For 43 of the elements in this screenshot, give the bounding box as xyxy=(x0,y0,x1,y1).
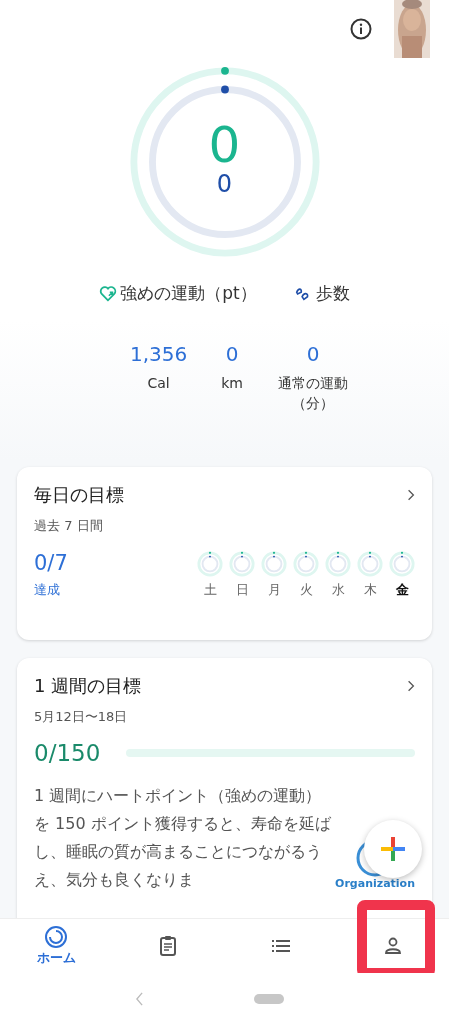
weekly-goal-card[interactable]: 1 週間の目標 5月12日〜18日 0/150 1 週間にハートポイント（強めの運動）を 150 ポイント獲得すると、寿命を延ばし、睡眠の質が高まることにつながるうえ、気分も良くなりま Organization xyxy=(17,658,432,920)
day-label: 日 xyxy=(235,581,249,599)
back-icon[interactable] xyxy=(135,991,144,1006)
stat-value: 0 xyxy=(306,341,320,367)
card-subtitle: 過去 7 日間 xyxy=(34,517,104,535)
day-ring-icon xyxy=(229,551,255,577)
nav-tab[interactable]: ホーム xyxy=(0,919,113,973)
day-label: 金 xyxy=(395,581,409,599)
day-label: 月 xyxy=(267,581,281,599)
day-label: 土 xyxy=(203,581,217,599)
card-subtitle: 5月12日〜18日 xyxy=(34,708,129,726)
goal-count: 0/7 xyxy=(34,551,68,575)
chevron-icon xyxy=(407,489,415,501)
day-ring-icon xyxy=(389,551,415,577)
heart-points-value: 0 xyxy=(208,120,241,170)
day-ring-icon xyxy=(325,551,351,577)
card-title: 毎日の目標 xyxy=(34,483,124,507)
stat-label: km xyxy=(221,374,243,393)
chevron-icon xyxy=(407,680,415,692)
legend-label: 歩数 xyxy=(315,282,350,305)
logo-text: Organization xyxy=(335,877,415,890)
day-ring-icon xyxy=(357,551,383,577)
goal-caption: 達成 xyxy=(34,581,61,599)
steps-value: 0 xyxy=(216,170,233,198)
day-ring-icon xyxy=(197,551,223,577)
rings-icon xyxy=(44,925,69,949)
daily-goal-card[interactable]: 毎日の目標 過去 7 日間 0/7 達成 土 日 月 火 水 木 金 xyxy=(17,467,432,640)
goal-description: 1 週間にハートポイント（強めの運動）を 150 ポイント獲得すると、寿命を延ばし、睡眠の質が高まることにつながるうえ、気分も良くなりま xyxy=(34,785,332,891)
plus-icon xyxy=(379,835,407,863)
card-title: 1 週間の目標 xyxy=(34,674,142,698)
stat-label: Cal xyxy=(147,374,170,393)
weekly-progress-value: 0/150 xyxy=(34,740,101,766)
day-label: 火 xyxy=(299,581,313,599)
stat-value: 1,356 xyxy=(130,341,188,367)
day-label: 水 xyxy=(331,581,345,599)
heart-icon xyxy=(99,284,118,303)
stat-label: 通常の運動（分） xyxy=(277,374,349,413)
day-ring-icon xyxy=(261,551,287,577)
stat-value: 0 xyxy=(225,341,239,367)
day-label: 木 xyxy=(363,581,377,599)
legend-label: 強めの運動（pt） xyxy=(120,282,257,305)
info-icon[interactable] xyxy=(349,17,373,41)
day-ring-icon xyxy=(293,551,319,577)
